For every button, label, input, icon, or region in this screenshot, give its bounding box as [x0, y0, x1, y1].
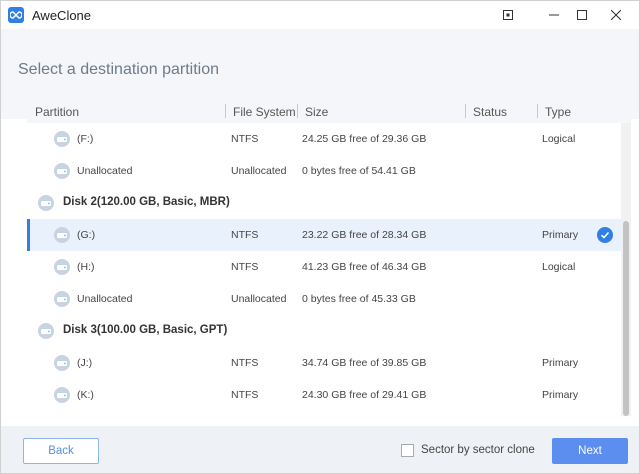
disk-icon — [37, 322, 55, 343]
table-header: Partition File System Size Status Type — [27, 99, 631, 123]
partition-type: Primary — [542, 357, 579, 369]
partition-row[interactable]: Unallocated Unallocated 0 bytes free of 54… — [27, 155, 621, 187]
scrollbar-thumb[interactable] — [623, 221, 629, 416]
column-header-status[interactable]: Status — [473, 105, 507, 119]
partition-size: 0 bytes free of 54.41 GB — [302, 165, 416, 177]
sector-by-sector-checkbox[interactable] — [401, 444, 414, 457]
sector-by-sector-label[interactable]: Sector by sector clone — [421, 444, 535, 456]
partition-row[interactable]: (F:) NTFS 24.25 GB free of 29.36 GB Logical — [27, 123, 621, 155]
disk-header-row: Disk 2(120.00 GB, Basic, MBR) — [27, 187, 621, 219]
partition-name: (J:) — [77, 357, 93, 369]
pin-window-button[interactable] — [485, 1, 531, 29]
selected-check-icon — [597, 227, 613, 243]
column-header-file-system[interactable]: File System — [233, 105, 296, 119]
column-divider[interactable] — [297, 104, 298, 118]
partition-file-system: NTFS — [231, 229, 259, 241]
partition-name: (H:) — [77, 261, 95, 273]
partition-name: (G:) — [77, 229, 96, 241]
disk-label: Disk 2(120.00 GB, Basic, MBR) — [63, 196, 230, 208]
pin-icon — [503, 10, 513, 20]
footer-bar: Back Sector by sector clone Next — [1, 426, 639, 473]
partition-drive-icon — [53, 290, 71, 311]
partition-size: 23.22 GB free of 28.34 GB — [302, 229, 427, 241]
partition-file-system: NTFS — [231, 261, 259, 273]
vertical-scrollbar[interactable] — [621, 123, 631, 416]
partition-row[interactable]: Unallocated Unallocated 0 bytes free of 45… — [27, 283, 621, 315]
partition-list: (F:) NTFS 24.25 GB free of 29.36 GB Logical… — [27, 123, 621, 416]
next-button[interactable]: Next — [552, 438, 628, 464]
partition-type: Primary — [542, 229, 579, 241]
disk-label: Disk 3(100.00 GB, Basic, GPT) — [63, 324, 228, 336]
column-header-partition[interactable]: Partition — [35, 105, 79, 119]
partition-size: 34.74 GB free of 39.85 GB — [302, 357, 427, 369]
partition-type: Logical — [542, 261, 576, 273]
partition-file-system: NTFS — [231, 133, 259, 145]
minimize-icon — [549, 14, 559, 16]
column-divider[interactable] — [465, 104, 466, 118]
column-header-size[interactable]: Size — [305, 105, 328, 119]
partition-type: Logical — [542, 133, 576, 145]
back-button[interactable]: Back — [23, 438, 99, 464]
partition-row[interactable]: (G:) NTFS 23.22 GB free of 28.34 GB Primary — [27, 219, 621, 251]
partition-size: 0 bytes free of 45.33 GB — [302, 293, 416, 305]
partition-type: Primary — [542, 389, 579, 401]
partition-drive-icon — [53, 130, 71, 151]
page-title: Select a destination partition — [18, 61, 220, 78]
partition-size: 24.25 GB free of 29.36 GB — [302, 133, 427, 145]
column-divider[interactable] — [225, 104, 226, 118]
partition-file-system: NTFS — [231, 357, 259, 369]
maximize-icon — [577, 10, 587, 20]
partition-row[interactable]: (J:) NTFS 34.74 GB free of 39.85 GB Primary — [27, 347, 621, 379]
disk-icon — [37, 194, 55, 215]
partition-size: 24.30 GB free of 29.41 GB — [302, 389, 427, 401]
title-bar: AweClone — [1, 1, 639, 29]
partition-name: (K:) — [77, 389, 94, 401]
app-window: AweClone Select a destination partition … — [0, 0, 640, 474]
partition-drive-icon — [53, 258, 71, 279]
partition-drive-icon — [53, 386, 71, 407]
disk-header-row: Disk 3(100.00 GB, Basic, GPT) — [27, 315, 621, 347]
column-divider[interactable] — [537, 104, 538, 118]
partition-name: (F:) — [77, 133, 94, 145]
partition-drive-icon — [53, 354, 71, 375]
partition-file-system: Unallocated — [231, 293, 287, 305]
partition-file-system: Unallocated — [231, 165, 287, 177]
aweclone-logo-icon — [8, 7, 24, 23]
close-icon — [611, 10, 621, 20]
partition-drive-icon — [53, 226, 71, 247]
close-button[interactable] — [593, 1, 639, 29]
partition-name: Unallocated — [77, 165, 133, 177]
partition-row[interactable]: (H:) NTFS 41.23 GB free of 46.34 GB Logical — [27, 251, 621, 283]
column-header-type[interactable]: Type — [545, 105, 571, 119]
partition-size: 41.23 GB free of 46.34 GB — [302, 261, 427, 273]
window-title: AweClone — [32, 8, 92, 23]
partition-row[interactable]: (K:) NTFS 24.30 GB free of 29.41 GB Primary — [27, 379, 621, 411]
partition-name: Unallocated — [77, 293, 133, 305]
partition-drive-icon — [53, 162, 71, 183]
partition-file-system: NTFS — [231, 389, 259, 401]
